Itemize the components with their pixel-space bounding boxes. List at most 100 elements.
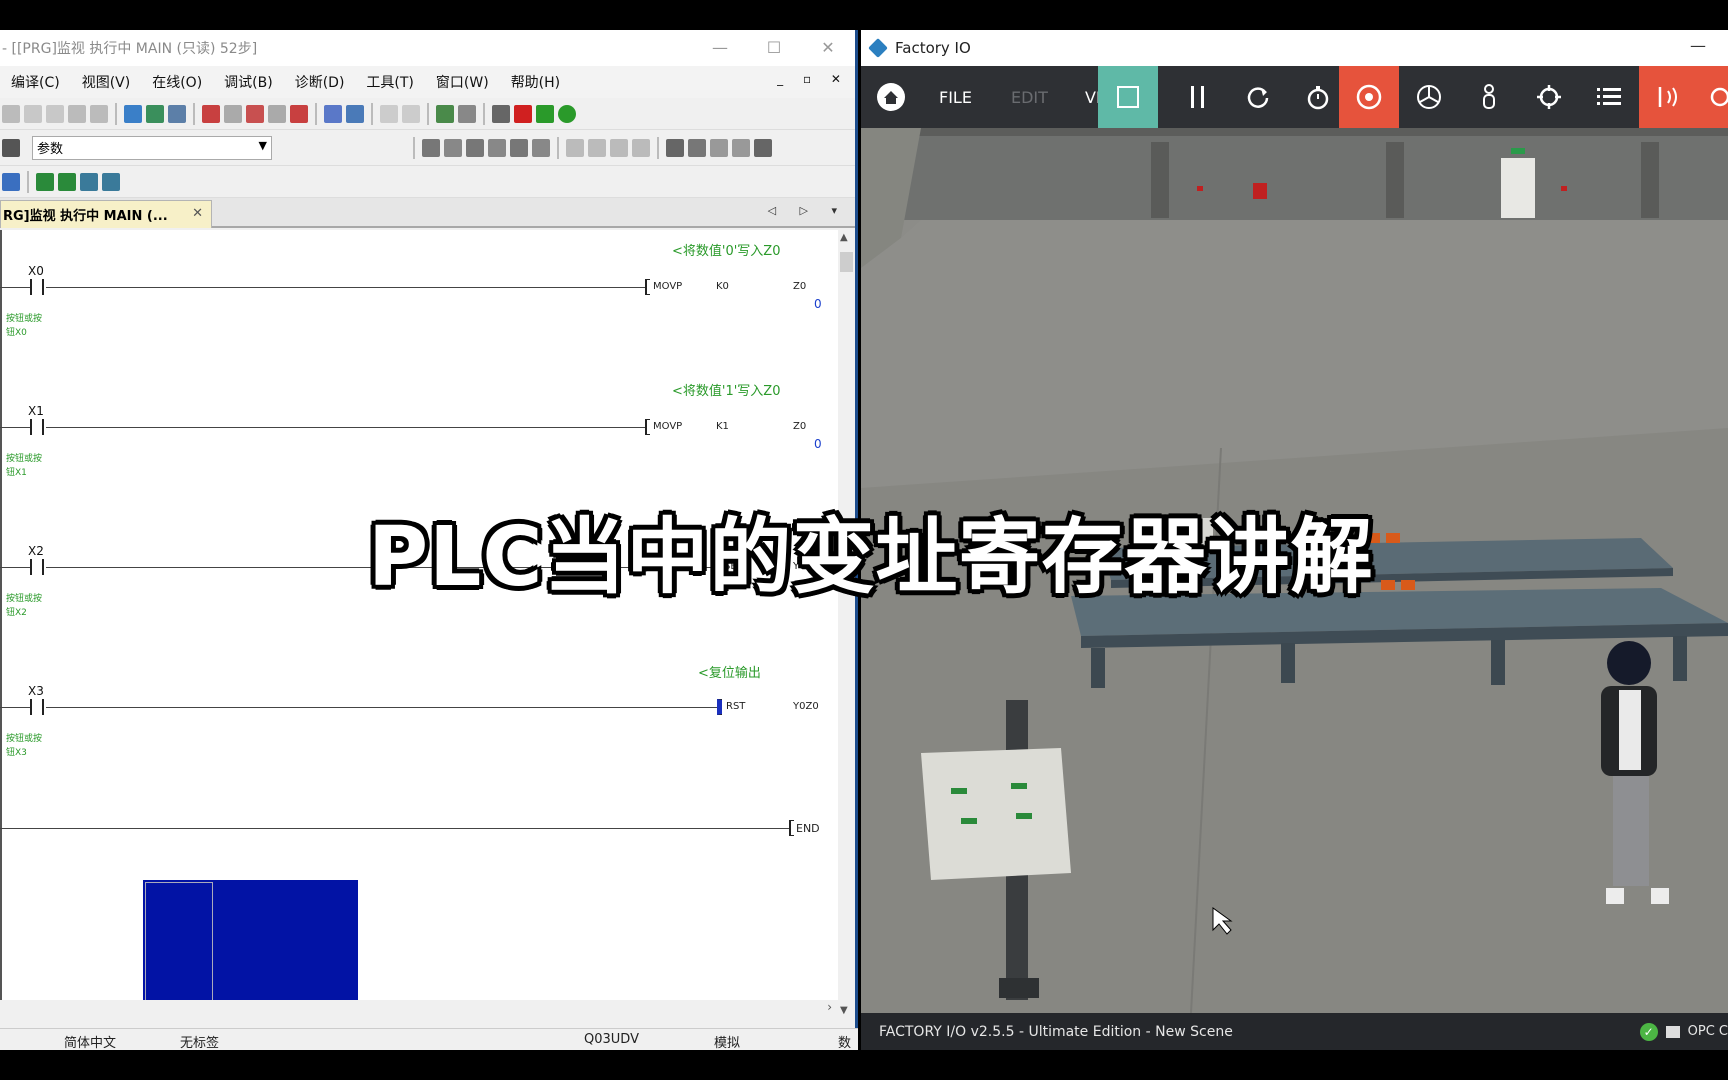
document-tabs: RG]监视 执行中 MAIN (... ✕ ◁ ▷ ▾ <box>0 198 855 228</box>
edit-mode-button[interactable] <box>1098 66 1158 128</box>
write-to-plc-icon[interactable] <box>124 104 142 123</box>
fly-camera-button[interactable] <box>1399 66 1459 128</box>
instruction-name[interactable]: MOVP <box>653 281 682 292</box>
first-person-button[interactable] <box>1459 66 1519 128</box>
instruction-name[interactable]: RST <box>726 701 745 712</box>
instruction-arg1[interactable]: K0 <box>716 281 729 292</box>
menu-tools[interactable]: 工具(T) <box>355 72 424 92</box>
list-button[interactable] <box>1579 66 1639 128</box>
contact-x3[interactable] <box>30 699 44 715</box>
vertical-scrollbar[interactable]: ▲ ▼ <box>838 230 855 1018</box>
pause-button[interactable] <box>1168 66 1228 128</box>
watch-icon[interactable] <box>80 172 98 191</box>
device-test-icon[interactable] <box>36 172 54 191</box>
convert-all-icon[interactable] <box>290 104 308 123</box>
rising-edge-icon[interactable] <box>510 138 528 157</box>
list-icon <box>1597 88 1621 105</box>
maximize-button[interactable]: ☐ <box>747 30 801 66</box>
binoculars-icon[interactable] <box>2 138 20 157</box>
monitor-table-icon[interactable] <box>2 172 20 191</box>
close-button[interactable]: ✕ <box>801 30 855 66</box>
scroll-thumb[interactable] <box>840 252 853 272</box>
falling-edge-icon[interactable] <box>532 138 550 157</box>
monitor-stop-icon[interactable] <box>224 104 242 123</box>
horizontal-scrollbar[interactable]: › <box>0 1000 838 1018</box>
file-menu[interactable]: FILE <box>939 66 972 128</box>
menu-diagnostics[interactable]: 诊断(D) <box>284 72 356 92</box>
run-icon[interactable] <box>514 104 532 123</box>
opc-driver-status[interactable]: ✓ OPC C <box>1639 1013 1728 1050</box>
scroll-up-icon[interactable]: ▲ <box>840 232 848 243</box>
minimize-button[interactable]: — <box>1690 36 1706 55</box>
selection-block[interactable] <box>143 880 358 1012</box>
device-register-icon[interactable] <box>346 104 364 123</box>
home-button[interactable] <box>867 66 915 128</box>
cursor-marker[interactable] <box>717 699 722 715</box>
instruction-arg2[interactable]: Z0 <box>793 281 806 292</box>
device-comment: 按钮或按 <box>6 314 43 324</box>
ladder-editor[interactable]: <将数值'0'写入Z0 X0 MOVP K0 Z0 0 按钮或按 钮X0 <将数… <box>0 230 838 1012</box>
menu-window[interactable]: 窗口(W) <box>425 72 500 92</box>
scroll-down-icon[interactable]: ▼ <box>840 1005 848 1016</box>
contact-parallel-nc-icon[interactable] <box>488 138 506 157</box>
mdi-controls-icon[interactable]: _ ▫ ✕ <box>777 72 849 86</box>
redo-icon[interactable] <box>90 104 108 123</box>
minimize-button[interactable]: — <box>693 30 747 66</box>
undo-icon[interactable] <box>68 104 86 123</box>
coil-icon[interactable] <box>566 138 584 157</box>
reset-icon <box>1247 87 1269 108</box>
contact-nc-icon[interactable] <box>444 138 462 157</box>
monitor-start-icon[interactable] <box>202 104 220 123</box>
device-batch-icon[interactable] <box>324 104 342 123</box>
menu-compile[interactable]: 编译(C) <box>0 72 71 92</box>
contact-x2[interactable] <box>30 559 44 575</box>
camera-orbit-button[interactable] <box>1339 66 1399 128</box>
rung-wire <box>46 427 646 428</box>
read-from-plc-icon[interactable] <box>146 104 164 123</box>
info-icon[interactable] <box>558 104 576 123</box>
line-icon[interactable] <box>610 138 628 157</box>
tab-main-program[interactable]: RG]监视 执行中 MAIN (... ✕ <box>0 200 212 228</box>
grid-dim-icon[interactable] <box>710 138 728 157</box>
contact-x1[interactable] <box>30 419 44 435</box>
instruction-arg2[interactable]: Z0 <box>793 421 806 432</box>
settings-button[interactable] <box>1699 66 1728 128</box>
tab-scroll-arrows-icon[interactable]: ◁ ▷ ▾ <box>768 204 847 217</box>
contact-parallel-icon[interactable] <box>466 138 484 157</box>
paste-icon[interactable] <box>46 104 64 123</box>
toolbar-monitor <box>0 166 855 198</box>
monitor-write-icon[interactable] <box>246 104 264 123</box>
sensor-button[interactable] <box>1639 66 1699 128</box>
parameter-select[interactable]: 参数 ▼ <box>32 135 272 160</box>
warning-icon[interactable] <box>536 104 554 123</box>
delete-line-icon[interactable] <box>632 138 650 157</box>
ruler-icon[interactable] <box>754 138 772 157</box>
ladder-insert-icon[interactable] <box>436 104 454 123</box>
copy-icon[interactable] <box>24 104 42 123</box>
verify-icon[interactable] <box>168 104 186 123</box>
grid-dim-alt-icon[interactable] <box>732 138 750 157</box>
instruction-arg2[interactable]: Y0Z0 <box>793 701 819 712</box>
contact-x0[interactable] <box>30 279 44 295</box>
instruction-arg1[interactable]: K1 <box>716 421 729 432</box>
forced-io-icon[interactable] <box>58 172 76 191</box>
grid-icon[interactable] <box>666 138 684 157</box>
cut-icon[interactable] <box>2 104 20 123</box>
menu-view[interactable]: 视图(V) <box>71 72 142 92</box>
toolbar-dropdown-icon[interactable] <box>458 104 476 123</box>
menu-debug[interactable]: 调试(B) <box>213 72 284 92</box>
crosshair-button[interactable] <box>1519 66 1579 128</box>
grid-alt-icon[interactable] <box>688 138 706 157</box>
close-icon[interactable]: ✕ <box>192 206 203 221</box>
menu-online[interactable]: 在线(O) <box>141 72 213 92</box>
simulation-icon[interactable] <box>492 104 510 123</box>
contact-no-icon[interactable] <box>422 138 440 157</box>
instruction-name[interactable]: MOVP <box>653 421 682 432</box>
scroll-right-icon[interactable]: › <box>827 1000 832 1014</box>
buffer-icon[interactable] <box>102 172 120 191</box>
menu-help[interactable]: 帮助(H) <box>500 72 571 92</box>
end-instruction[interactable]: END <box>796 822 820 835</box>
reset-button[interactable] <box>1228 66 1288 128</box>
convert-icon[interactable] <box>268 104 286 123</box>
function-icon[interactable] <box>588 138 606 157</box>
